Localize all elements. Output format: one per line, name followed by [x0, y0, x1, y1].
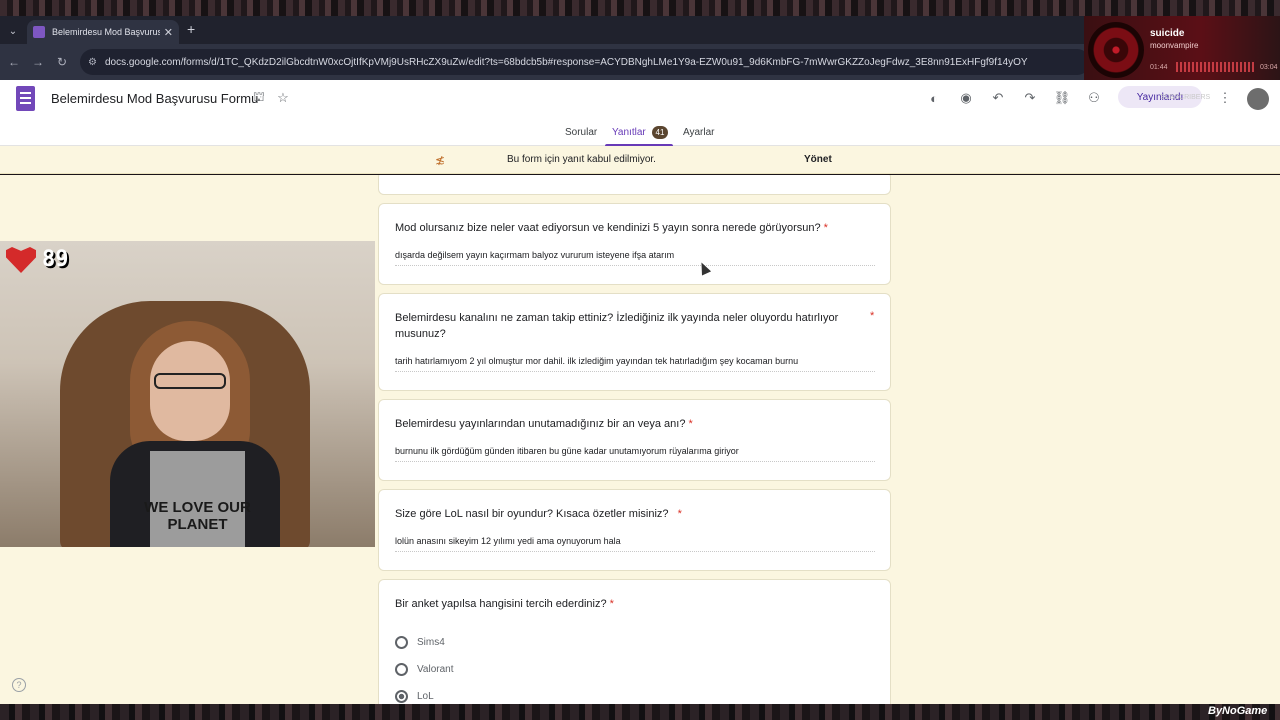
form-title[interactable]: Belemirdesu Mod Başvurusu Formu [51, 91, 258, 106]
track-elapsed: 01:44 [1150, 64, 1168, 71]
move-to-folder-icon[interactable]: ⛫ [249, 88, 269, 108]
top-noise-strip [0, 0, 1280, 16]
form-tabs: Sorular Yanıtlar 41 Ayarlar [0, 120, 1280, 147]
option-label: Valorant [417, 664, 454, 675]
responses-count-badge: 41 [652, 126, 668, 139]
now-playing-overlay: suicide moonvampire 01:44 03:04 [1084, 16, 1280, 86]
streamer-face [150, 341, 230, 441]
question-card: Belemirdesu yayınlarından unutamadığınız… [378, 399, 891, 481]
palette-icon[interactable]: ◐ [924, 88, 944, 108]
track-title: suicide [1150, 28, 1185, 39]
avatar[interactable] [1247, 88, 1269, 110]
required-mark: * [677, 508, 682, 520]
new-tab-icon[interactable]: + [187, 21, 195, 37]
radio-button [395, 663, 408, 676]
subscribers-overlay-text: SUBSCRIBERS [1160, 94, 1211, 101]
forms-logo-icon[interactable] [16, 86, 35, 111]
shirt-text: WE LOVE OUR PLANET [144, 499, 251, 533]
star-icon[interactable]: ☆ [273, 88, 293, 108]
required-mark: * [823, 222, 828, 234]
tab-settings[interactable]: Ayarlar [683, 127, 715, 138]
back-icon[interactable]: ← [4, 52, 24, 72]
question-text: Size göre LoL nasıl bir oyundur? Kısaca … [395, 508, 669, 520]
bottom-noise-strip [0, 704, 1280, 720]
radio-button [395, 636, 408, 649]
preview-eye-icon[interactable]: ◉ [956, 88, 976, 108]
question-card: Mod olursanız bize neler vaat ediyorsun … [378, 203, 891, 285]
track-total: 03:04 [1260, 64, 1278, 71]
question-title: Bir anket yapılsa hangisini tercih ederd… [395, 596, 865, 612]
browser-tab-active[interactable]: Belemirdesu Mod Başvurusu Fo ✕ [27, 20, 179, 44]
tab-title: Belemirdesu Mod Başvurusu Fo [52, 27, 160, 37]
tab-search-icon[interactable]: ⌄ [4, 22, 22, 40]
help-icon[interactable]: ? [12, 678, 26, 692]
banner-text: Bu form için yanıt kabul edilmiyor. [507, 154, 656, 165]
question-card: Bir anket yapılsa hangisini tercih ederd… [378, 579, 891, 704]
question-text: Belemirdesu yayınlarından unutamadığınız… [395, 418, 686, 430]
not-accepting-responses-banner: ≴ Bu form için yanıt kabul edilmiyor. Yö… [0, 146, 1280, 174]
redo-icon[interactable]: ↷ [1020, 88, 1040, 108]
address-bar[interactable]: ⚙ docs.google.com/forms/d/1TC_QKdzD2ilGb… [80, 49, 1090, 75]
manage-button[interactable]: Yönet [804, 154, 832, 165]
reload-icon[interactable]: ↻ [52, 52, 72, 72]
option-label: Sims4 [417, 637, 445, 648]
option-label: LoL [417, 691, 434, 702]
required-mark: * [688, 418, 693, 430]
question-text: Bir anket yapılsa hangisini tercih ederd… [395, 598, 607, 610]
not-accepting-icon: ≴ [435, 153, 446, 167]
question-title: Size göre LoL nasıl bir oyundur? Kısaca … [395, 506, 865, 522]
question-title: Mod olursanız bize neler vaat ediyorsun … [395, 220, 865, 236]
required-mark: * [870, 310, 875, 322]
previous-question-card [378, 175, 891, 195]
answer-text: lolün anasını sikeyim 12 yılımı yedi ama… [395, 528, 875, 552]
undo-icon[interactable]: ↶ [988, 88, 1008, 108]
glasses [154, 373, 226, 389]
heart-count: 89 [42, 247, 69, 272]
url-text: docs.google.com/forms/d/1TC_QKdzD2ilGbcd… [104, 56, 1028, 68]
waveform [1176, 62, 1256, 72]
radio-button-selected [395, 690, 408, 703]
required-mark: * [609, 598, 614, 610]
forms-header: Belemirdesu Mod Başvurusu Formu ⛫ ☆ ◐ ◉ … [0, 80, 1280, 147]
question-text: Mod olursanız bize neler vaat ediyorsun … [395, 222, 821, 234]
question-card: Size göre LoL nasıl bir oyundur? Kısaca … [378, 489, 891, 571]
brand-watermark: ByNoGame [1208, 705, 1268, 717]
site-info-icon[interactable]: ⚙ [88, 57, 97, 68]
track-artist: moonvampire [1150, 41, 1199, 50]
collaborators-icon[interactable]: ⚇ [1084, 88, 1104, 108]
tab-questions[interactable]: Sorular [565, 127, 597, 138]
question-title: Belemirdesu yayınlarından unutamadığınız… [395, 416, 865, 432]
forward-icon[interactable]: → [28, 52, 48, 72]
album-art [1088, 22, 1144, 78]
answer-text: dışarda değilsem yayın kaçırmam balyoz v… [395, 242, 875, 266]
tab-responses[interactable]: Yanıtlar [612, 127, 646, 138]
forms-favicon-icon [33, 26, 45, 38]
more-menu-icon[interactable]: ⋮ [1215, 88, 1235, 108]
question-title: Belemirdesu kanalını ne zaman takip etti… [395, 312, 839, 340]
heart-icon [6, 247, 36, 273]
question-card: Belemirdesu kanalını ne zaman takip etti… [378, 293, 891, 391]
answer-text: tarih hatırlamıyom 2 yıl olmuştur mor da… [395, 348, 875, 372]
radio-option: Sims4 [395, 636, 445, 649]
radio-option: Valorant [395, 663, 454, 676]
close-icon[interactable]: ✕ [164, 26, 173, 39]
radio-option: LoL [395, 690, 434, 703]
link-icon[interactable]: ⛓ [1052, 88, 1072, 108]
webcam-overlay: WE LOVE OUR PLANET 89 [0, 241, 375, 547]
answer-text: burnunu ilk gördüğüm günden itibaren bu … [395, 438, 875, 462]
